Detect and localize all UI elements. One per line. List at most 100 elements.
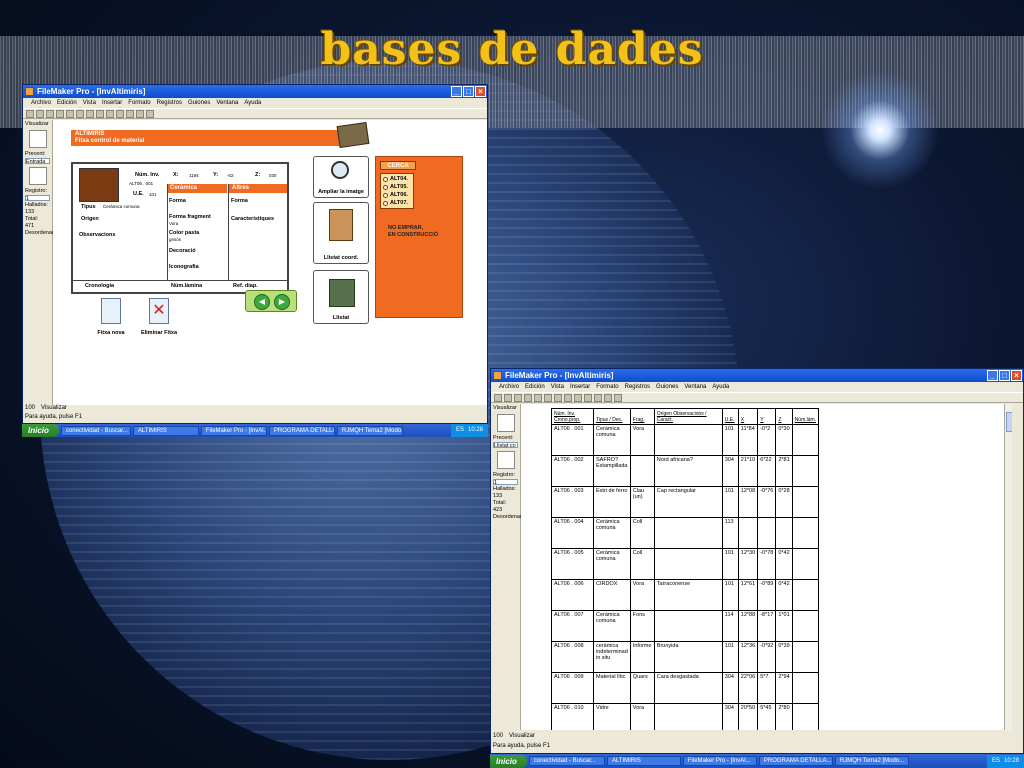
table-cell[interactable]: 5*45 [757,703,777,730]
table-cell[interactable]: ALT06 . 010 [551,703,594,730]
task-rjmqh[interactable]: RJMQH Tema2 [Modo... [834,756,909,766]
menu-registros[interactable]: Registros [625,382,650,392]
table-cell[interactable]: Ceràmica comuna [593,424,631,456]
table-cell[interactable]: Vora [629,703,655,730]
save-icon[interactable] [514,394,522,402]
x-value[interactable]: 1194 [189,173,199,178]
table-icon[interactable] [136,110,144,118]
option-alt07[interactable]: ALT07. [383,199,411,207]
menu-insertar[interactable]: Insertar [102,98,122,108]
table-cell[interactable]: Coll [629,517,655,549]
preview-icon[interactable] [534,394,542,402]
table-row[interactable]: ALT06 . 003 Estri de ferro Clau (un) Cap re… [551,486,820,518]
close-button[interactable]: × [475,86,486,97]
menu-edicion[interactable]: Edición [525,382,545,392]
menu-ventana[interactable]: Ventana [216,98,238,108]
help-icon[interactable] [614,394,622,402]
table-cell[interactable]: 12*88 [737,610,759,642]
zoom-level[interactable]: 100 [25,405,35,414]
table-cell[interactable]: Brunyida [653,641,723,673]
table-cell[interactable]: 101 [721,548,739,580]
book-icon[interactable] [496,414,515,432]
cerca-button[interactable]: CERCA [380,161,416,170]
minimize-button[interactable]: _ [451,86,462,97]
start-button[interactable]: Inicio [490,754,527,768]
table-cell[interactable] [653,610,723,642]
print-icon[interactable] [524,394,532,402]
menu-guiones[interactable]: Guiones [188,98,210,108]
table-cell[interactable]: 1*01 [775,610,793,642]
ue-value[interactable]: 101 [149,192,157,197]
open-icon[interactable] [36,110,44,118]
print-icon[interactable] [56,110,64,118]
table-cell[interactable]: 0*42 [775,548,793,580]
menu-insertar[interactable]: Insertar [570,382,590,392]
table-cell[interactable] [757,517,777,549]
menu-formato[interactable]: Formato [128,98,150,108]
table-cell[interactable] [791,424,820,456]
sort-icon[interactable] [584,394,592,402]
task-conectividad[interactable]: conectividad - Buscar... [528,756,605,766]
table-cell[interactable]: ceràmica indeterminad in situ [593,641,631,673]
ampliar-imatge-button[interactable]: Ampliar la imatge [313,156,369,198]
table-cell[interactable]: Ceràmica comuna [593,517,631,549]
table-cell[interactable]: ALT06 . 006 [551,579,594,611]
maximize-button[interactable]: □ [463,86,474,97]
find-icon[interactable] [126,110,134,118]
table-cell[interactable]: 0*42 [775,579,793,611]
zoom-level[interactable]: 100 [493,733,503,742]
table-cell[interactable] [791,486,820,518]
start-button[interactable]: Inicio [22,424,59,437]
new-icon[interactable] [494,394,502,402]
record-book-icon[interactable] [496,451,515,469]
table-cell[interactable] [775,517,793,549]
table-cell[interactable]: Vora [629,579,655,611]
table-cell[interactable] [629,455,655,487]
copy-icon[interactable] [554,394,562,402]
table-cell[interactable]: Fons [629,610,655,642]
menu-guiones[interactable]: Guiones [656,382,678,392]
table-row[interactable]: ALT06 . 004 Ceràmica comuna Coll 113 [551,517,820,549]
menu-registros[interactable]: Registros [157,98,182,108]
vertical-scrollbar[interactable] [1004,404,1012,730]
table-cell[interactable]: ALT06 . 003 [551,486,594,518]
find-icon[interactable] [594,394,602,402]
table-row[interactable]: ALT06 . 005 Ceràmica comuna Coll 101 12*30 -0… [551,548,820,580]
window-titlebar[interactable]: FileMaker Pro - [InvAltimiris] _ □ × [23,85,487,98]
cut-icon[interactable] [76,110,84,118]
table-cell[interactable]: Material lític [593,672,631,704]
table-cell[interactable]: 304 [721,703,739,730]
table-cell[interactable]: Vora [629,424,655,456]
cut-icon[interactable] [544,394,552,402]
table-cell[interactable]: ALT06 . 004 [551,517,594,549]
table-row[interactable]: ALT06 . 007 Ceràmica comuna Fons 114 12*88 -8… [551,610,820,642]
table-cell[interactable]: 12*61 [737,579,759,611]
table-cell[interactable]: 101 [721,579,739,611]
language-indicator[interactable]: ES [992,755,1000,768]
language-indicator[interactable]: ES [456,424,464,437]
layout-select[interactable]: Entrada [25,158,50,165]
table-cell[interactable] [791,579,820,611]
table-cell[interactable]: Cara desgastada [653,672,723,704]
menu-edicion[interactable]: Edición [57,98,77,108]
table-cell[interactable]: ALT06 . 001 [551,424,594,456]
task-conectividad[interactable]: conectividad - Buscar... [60,425,131,436]
llistat-coord-button[interactable]: Llistat coord. [313,202,369,264]
table-cell[interactable] [653,548,723,580]
view-mode-select[interactable]: Visualizar [41,405,67,414]
menu-archivo[interactable]: Archivo [31,98,51,108]
task-altimiris[interactable]: ALTIMIRIS [132,425,199,436]
menu-ayuda[interactable]: Ayuda [712,382,729,392]
view-mode-select[interactable]: Visualizar [509,733,535,742]
table-cell[interactable]: ALT06 . 002 [551,455,594,487]
table-cell[interactable]: ALT06 . 005 [551,548,594,580]
table-cell[interactable]: Clau (un) [629,486,655,518]
table-row[interactable]: ALT06 . 008 ceràmica indeterminad in situ… [551,641,820,673]
table-cell[interactable] [791,672,820,704]
table-cell[interactable]: -8*17 [757,610,777,642]
menu-ayuda[interactable]: Ayuda [244,98,261,108]
table-cell[interactable]: -0*76 [757,486,777,518]
maximize-button[interactable]: □ [999,370,1010,381]
help-icon[interactable] [146,110,154,118]
table-cell[interactable]: 2*81 [775,455,793,487]
